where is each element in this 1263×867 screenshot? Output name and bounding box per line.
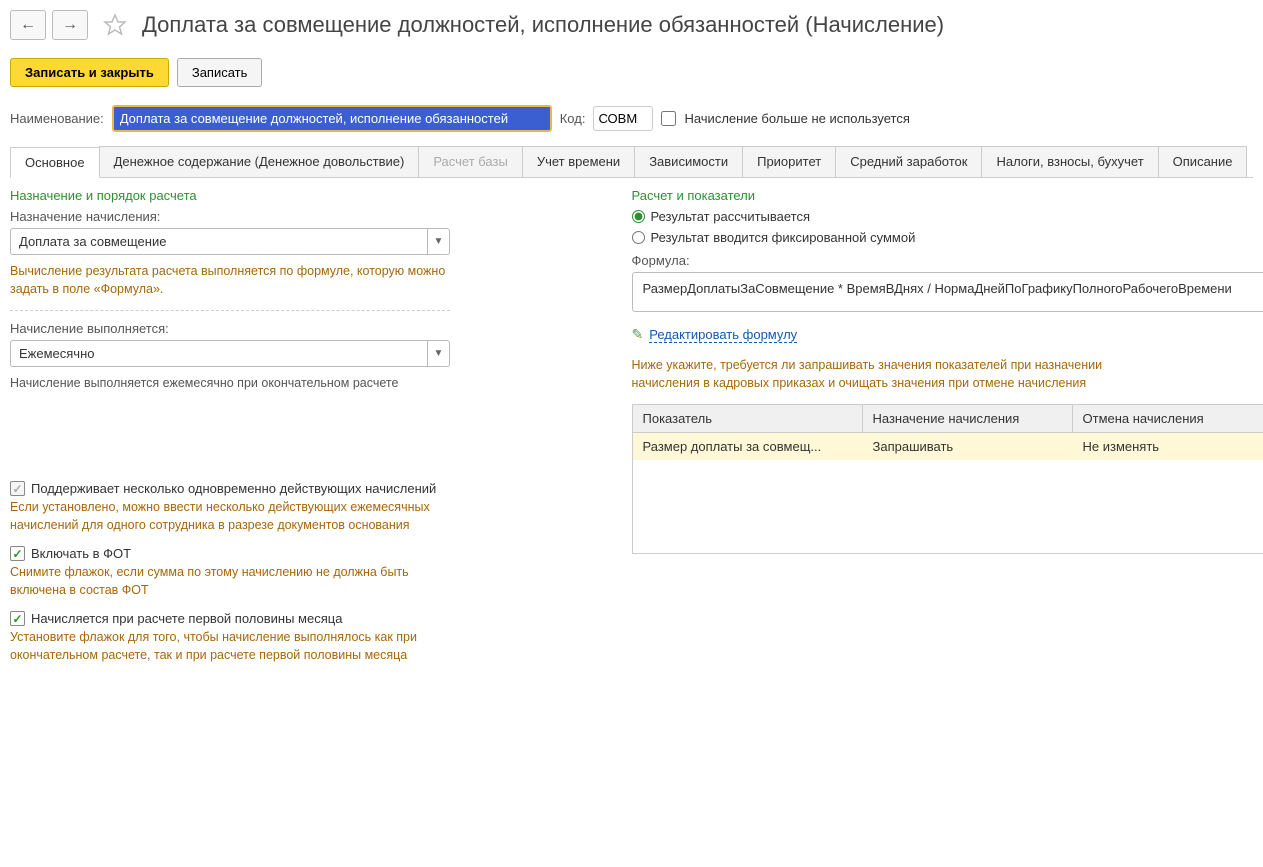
formula-label: Формула:: [632, 253, 1254, 268]
cell-cancel: Не изменять: [1073, 433, 1263, 460]
purpose-hint: Вычисление результата расчета выполняетс…: [10, 263, 450, 298]
table-header-cancel: Отмена начисления: [1073, 405, 1263, 432]
name-label: Наименование:: [10, 111, 104, 126]
radio-calculated[interactable]: [632, 210, 645, 223]
firsthalf-hint: Установите флажок для того, чтобы начисл…: [10, 629, 450, 664]
radio-fixed-label: Результат вводится фиксированной суммой: [651, 230, 916, 245]
save-close-button[interactable]: Записать и закрыть: [10, 58, 169, 87]
indicators-table: Показатель Назначение начисления Отмена …: [632, 404, 1263, 554]
tab-desc[interactable]: Описание: [1158, 146, 1248, 177]
chevron-down-icon[interactable]: ▼: [427, 341, 449, 366]
edit-formula-link[interactable]: Редактировать формулу: [649, 327, 797, 343]
tabs-bar: Основное Денежное содержание (Денежное д…: [10, 146, 1253, 178]
tab-main[interactable]: Основное: [10, 147, 100, 178]
page-title: Доплата за совмещение должностей, исполн…: [142, 12, 944, 38]
radio-calculated-label: Результат рассчитывается: [651, 209, 811, 224]
favorite-star-icon[interactable]: [102, 12, 128, 38]
period-value: Ежемесячно: [11, 341, 427, 366]
table-row[interactable]: Размер доплаты за совмещ... Запрашивать …: [633, 433, 1263, 460]
left-section-title: Назначение и порядок расчета: [10, 188, 602, 203]
table-header-indicator: Показатель: [633, 405, 863, 432]
right-section-title: Расчет и показатели: [632, 188, 1254, 203]
tab-avg[interactable]: Средний заработок: [835, 146, 982, 177]
separator: [10, 310, 450, 311]
archived-checkbox[interactable]: [661, 111, 676, 126]
period-dropdown[interactable]: Ежемесячно ▼: [10, 340, 450, 367]
fot-label: Включать в ФОТ: [31, 546, 131, 561]
purpose-dropdown[interactable]: Доплата за совмещение ▼: [10, 228, 450, 255]
tab-base[interactable]: Расчет базы: [418, 146, 523, 177]
formula-box[interactable]: РазмерДоплатыЗаСовмещение * ВремяВДнях /…: [632, 272, 1263, 312]
tab-priority[interactable]: Приоритет: [742, 146, 836, 177]
multi-checkbox: ✓: [10, 481, 25, 496]
purpose-label: Назначение начисления:: [10, 209, 602, 224]
nav-forward-button[interactable]: →: [52, 10, 88, 40]
save-button[interactable]: Записать: [177, 58, 263, 87]
cell-indicator: Размер доплаты за совмещ...: [633, 433, 863, 460]
tab-money[interactable]: Денежное содержание (Денежное довольстви…: [99, 146, 420, 177]
name-input[interactable]: [112, 105, 552, 132]
table-hint: Ниже укажите, требуется ли запрашивать з…: [632, 357, 1152, 392]
formula-text: РазмерДоплатыЗаСовмещение * ВремяВДнях /…: [643, 281, 1232, 296]
table-header-assign: Назначение начисления: [863, 405, 1073, 432]
radio-fixed[interactable]: [632, 231, 645, 244]
tab-time[interactable]: Учет времени: [522, 146, 635, 177]
firsthalf-checkbox[interactable]: ✓: [10, 611, 25, 626]
period-hint: Начисление выполняется ежемесячно при ок…: [10, 375, 602, 391]
arrow-right-icon: →: [62, 16, 78, 34]
fot-hint: Снимите флажок, если сумма по этому начи…: [10, 564, 450, 599]
firsthalf-label: Начисляется при расчете первой половины …: [31, 611, 342, 626]
purpose-value: Доплата за совмещение: [11, 229, 427, 254]
archived-label: Начисление больше не используется: [684, 111, 909, 126]
multi-hint: Если установлено, можно ввести несколько…: [10, 499, 450, 534]
chevron-down-icon[interactable]: ▼: [427, 229, 449, 254]
fot-checkbox[interactable]: ✓: [10, 546, 25, 561]
tab-tax[interactable]: Налоги, взносы, бухучет: [981, 146, 1158, 177]
multi-label: Поддерживает несколько одновременно дейс…: [31, 481, 436, 496]
tab-deps[interactable]: Зависимости: [634, 146, 743, 177]
cell-assign: Запрашивать: [863, 433, 1073, 460]
arrow-left-icon: ←: [20, 16, 36, 34]
code-input[interactable]: [593, 106, 653, 131]
pencil-icon: ✎: [632, 326, 644, 343]
period-label: Начисление выполняется:: [10, 321, 602, 336]
nav-back-button[interactable]: ←: [10, 10, 46, 40]
code-label: Код:: [560, 111, 586, 126]
